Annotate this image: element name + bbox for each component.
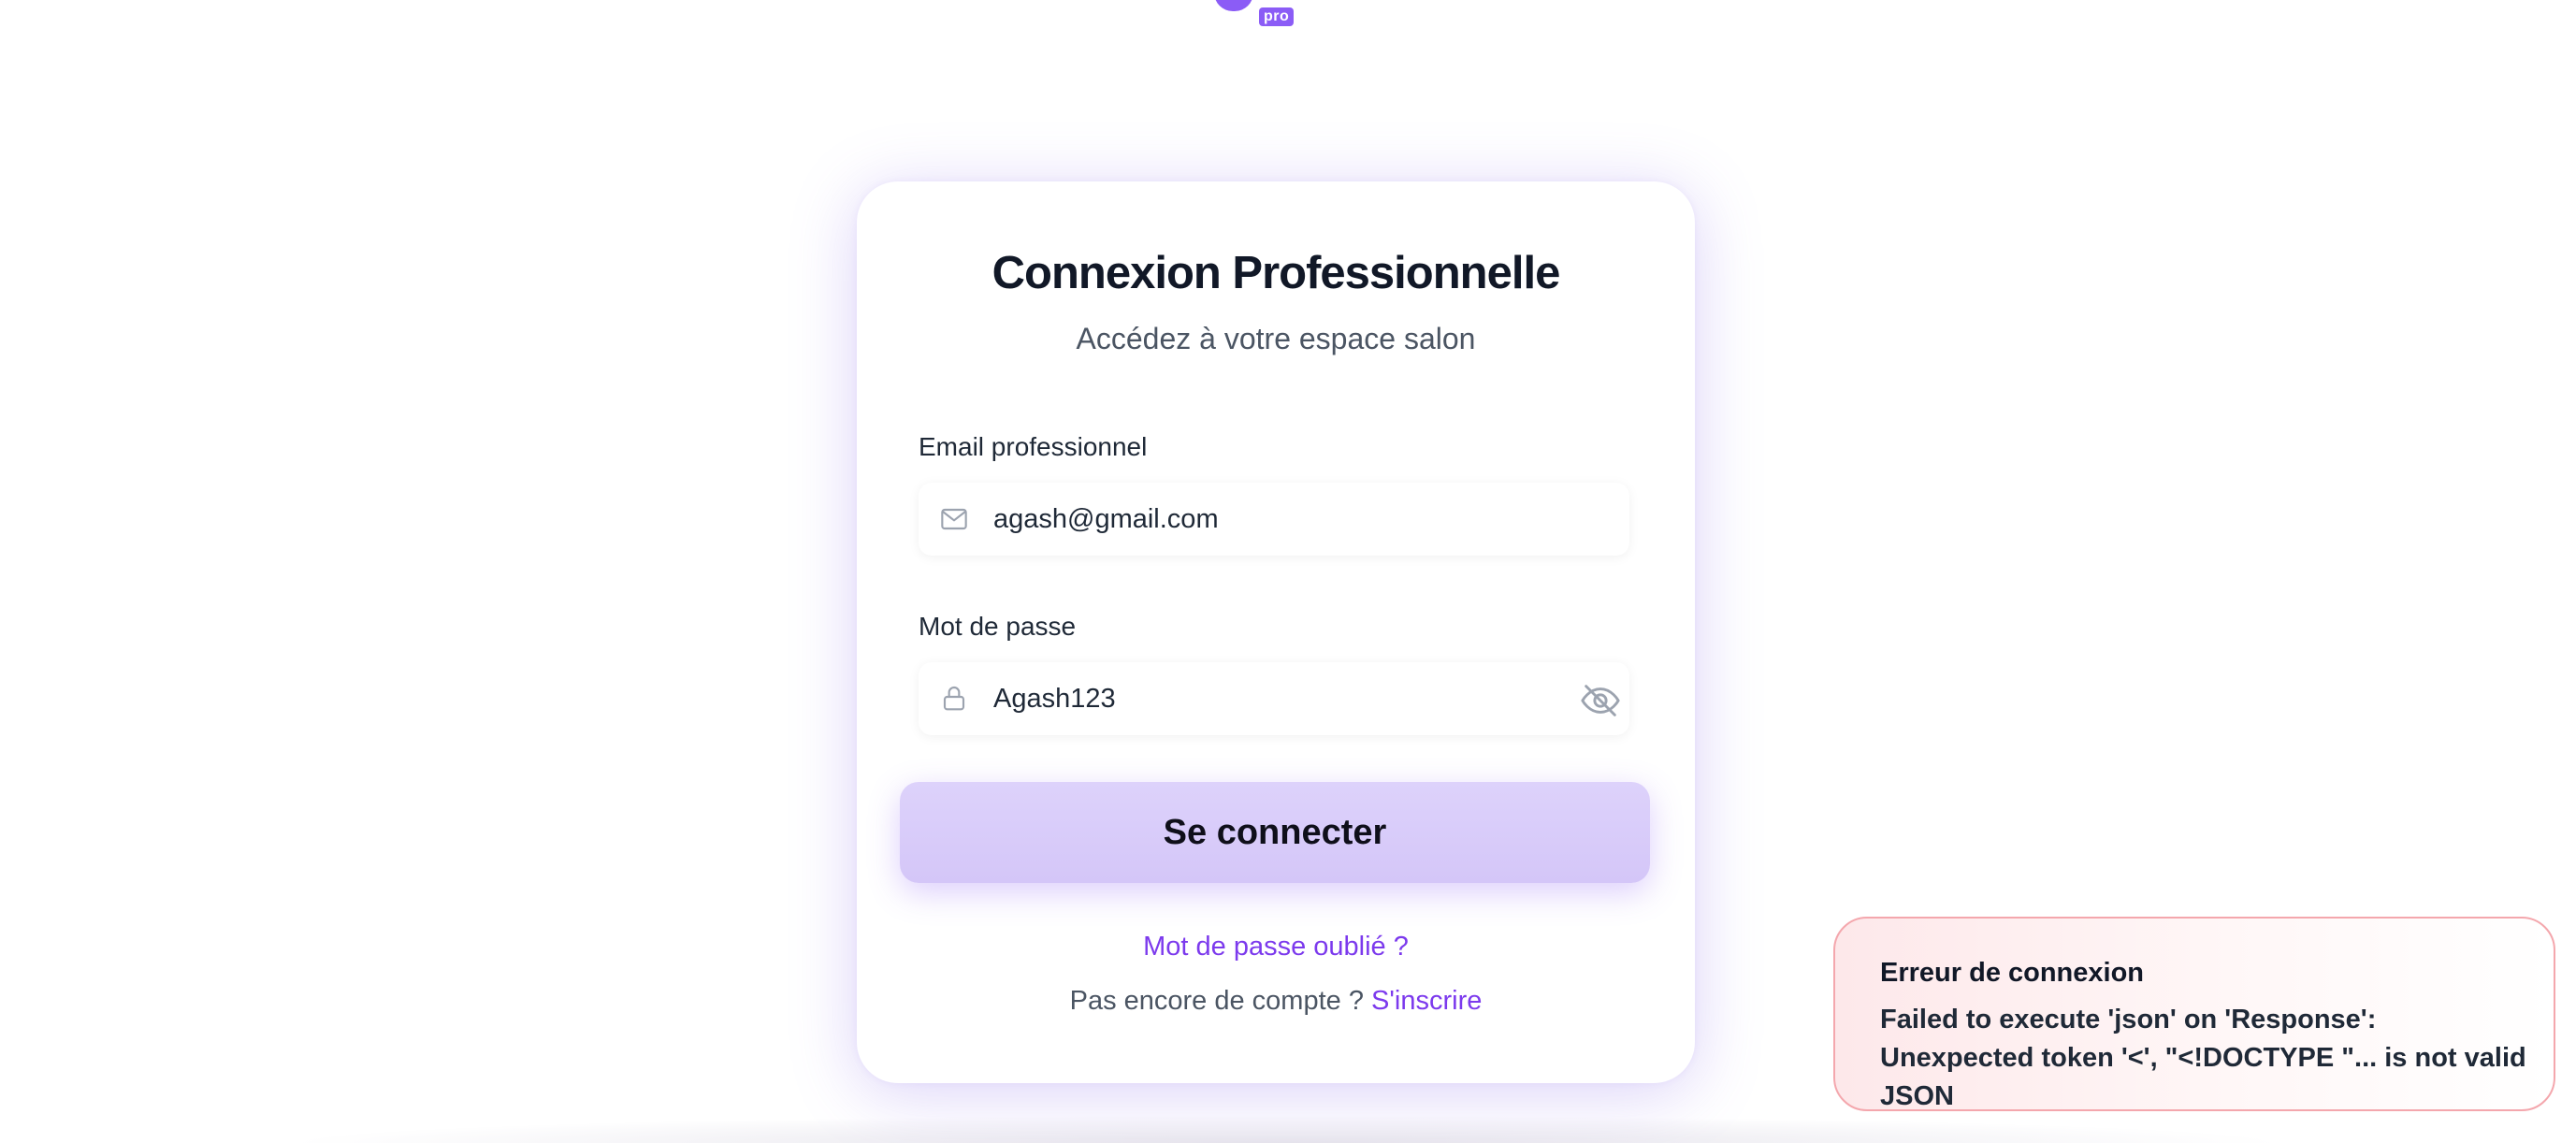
page-subtitle: Accédez à votre espace salon xyxy=(1076,322,1476,355)
email-label: Email professionnel xyxy=(919,432,1148,461)
login-button[interactable]: Se connecter xyxy=(900,782,1650,883)
signup-row: Pas encore de compte ? S'inscrire xyxy=(857,986,1695,1017)
toast-message: Failed to execute 'json' on 'Response': … xyxy=(1880,1005,2526,1111)
email-field[interactable]: agash@gmail.com xyxy=(919,483,1629,556)
password-field[interactable]: Agash123 xyxy=(919,662,1629,735)
password-label: Mot de passe xyxy=(919,612,1077,641)
bottom-shadow xyxy=(281,1115,2292,1143)
brand-logo[interactable]: pro xyxy=(1214,0,1300,30)
signup-prompt: Pas encore de compte ? xyxy=(1069,986,1364,1016)
toast-title: Erreur de connexion xyxy=(1880,958,2145,988)
mail-icon xyxy=(941,508,967,530)
logo-mark-icon xyxy=(1214,0,1253,11)
email-value: agash@gmail.com xyxy=(993,504,1219,534)
lock-icon xyxy=(943,687,965,711)
page-title: Connexion Professionnelle xyxy=(991,248,1561,298)
login-page: pro Connexion Professionnelle Accédez à … xyxy=(0,0,2576,1143)
eye-off-icon[interactable] xyxy=(1579,679,1622,722)
signup-link[interactable]: S'inscrire xyxy=(1371,986,1482,1016)
error-toast[interactable]: Erreur de connexion Failed to execute 'j… xyxy=(1833,917,2555,1111)
password-value: Agash123 xyxy=(993,684,1116,714)
login-card: Connexion Professionnelle Accédez à votr… xyxy=(857,181,1695,1083)
forgot-password-link[interactable]: Mot de passe oublié ? xyxy=(857,932,1695,962)
pro-badge: pro xyxy=(1259,7,1295,26)
